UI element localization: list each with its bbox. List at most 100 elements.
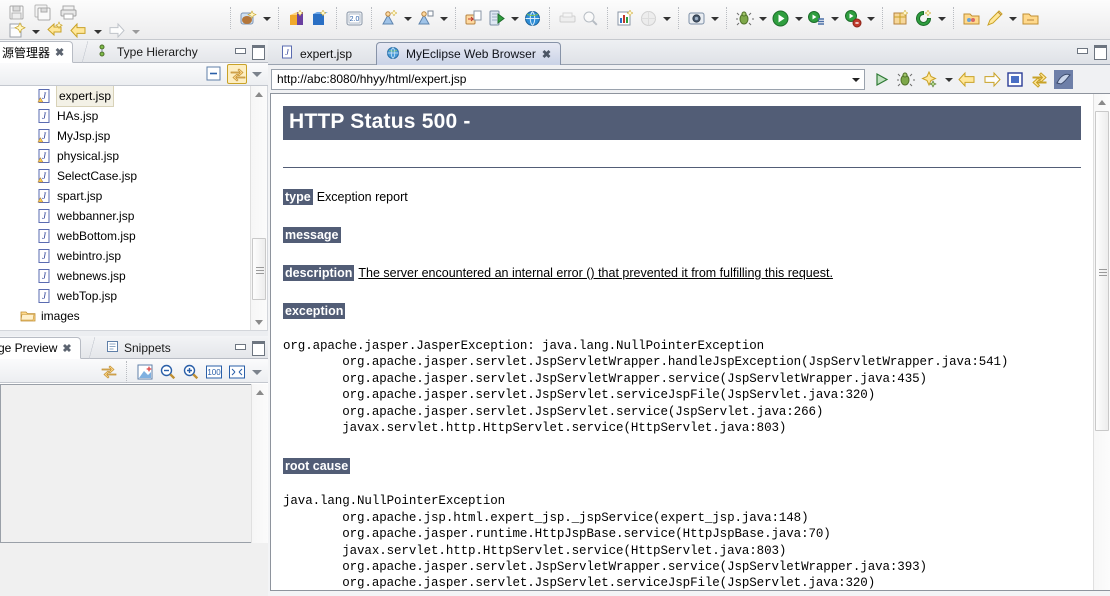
forward-button[interactable] [981,69,1002,90]
view-menu-chevron-icon[interactable] [250,362,265,382]
back-button[interactable] [957,69,978,90]
back-dropdown[interactable] [92,21,103,41]
new-element-dropdown[interactable] [438,8,449,28]
tree-item-webbanner-jsp[interactable]: J webbanner.jsp [0,206,250,226]
tab-image-preview[interactable]: ge Preview ✖ [0,337,81,359]
link-with-selection-icon[interactable] [99,362,119,382]
globe-dropdown[interactable] [661,8,672,28]
tab-resource-explorer[interactable]: 源管理器 ✖ [0,41,74,63]
run-config-dropdown[interactable] [865,8,876,28]
tree-item-has-jsp[interactable]: J HAs.jsp [0,106,250,126]
zoom-out-icon[interactable] [158,362,178,382]
globe-disabled-icon[interactable] [638,8,659,29]
scroll-up-arrow-icon[interactable] [251,86,267,102]
debug-icon[interactable] [734,8,755,29]
tree-item-js[interactable]: js [0,326,250,330]
debug-button[interactable] [895,69,916,90]
refresh-plugins-button[interactable] [919,69,940,90]
tree-item-images[interactable]: images [0,306,250,326]
new-report-icon[interactable] [615,8,636,29]
scroll-up-arrow-icon[interactable] [1094,94,1110,110]
run-server-icon[interactable] [486,8,507,29]
debug-dropdown[interactable] [757,8,768,28]
plugins-dropdown[interactable] [943,69,954,89]
tree-item-spart-jsp[interactable]: J spart.jsp [0,186,250,206]
url-input[interactable]: http://abc:8080/hhyy/html/expert.jsp [277,72,848,86]
maximize-button[interactable] [251,340,265,356]
description-link[interactable]: The server encountered an internal error… [358,266,833,280]
open-perspective-icon[interactable] [286,8,307,29]
new-project-icon[interactable] [309,8,330,29]
new-wizard-icon[interactable] [6,20,27,41]
palette-icon[interactable] [135,362,155,382]
new-wizard-dropdown[interactable] [30,21,41,41]
run-config-icon[interactable] [842,8,863,29]
new-deployment-icon[interactable] [238,8,259,29]
web-2-icon[interactable]: 2.0 [344,8,365,29]
tree-item-webnews-jsp[interactable]: J webnews.jsp [0,266,250,286]
tree-item-selectcase-jsp[interactable]: J SelectCase.jsp [0,166,250,186]
run-dropdown[interactable] [793,8,804,28]
open-folder-icon[interactable] [961,8,982,29]
pen-icon[interactable] [984,8,1005,29]
tree-item-webbottom-jsp[interactable]: J webBottom.jsp [0,226,250,246]
url-combobox[interactable]: http://abc:8080/hhyy/html/expert.jsp [271,68,865,90]
view-menu-chevron-icon[interactable] [250,64,265,84]
preview-vertical-scrollbar[interactable] [251,384,268,543]
forward-dropdown[interactable] [130,21,141,41]
profile-dropdown[interactable] [829,8,840,28]
scroll-up-arrow-icon[interactable] [252,384,268,400]
zoom-fit-icon[interactable] [227,362,247,382]
go-button[interactable] [871,69,892,90]
tree-item-physical-jsp[interactable]: J physical.jsp [0,146,250,166]
forward-icon[interactable] [106,20,127,41]
run-icon[interactable] [770,8,791,29]
new-deployment-dropdown[interactable] [261,8,272,28]
close-icon[interactable]: ✖ [55,46,64,59]
scrollbar-thumb[interactable] [1095,111,1109,431]
package-icon[interactable] [890,8,911,29]
sync-icon[interactable] [913,8,934,29]
open-external-browser-button[interactable] [1053,69,1074,90]
run-server-dropdown[interactable] [509,8,520,28]
back-icon[interactable] [68,20,89,41]
refresh-button[interactable] [1029,69,1050,90]
camera-dropdown[interactable] [709,8,720,28]
tab-myeclipse-web-browser[interactable]: MyEclipse Web Browser ✖ [376,42,562,65]
print-preview-icon[interactable] [557,8,578,29]
tree-item-webtop-jsp[interactable]: J webTop.jsp [0,286,250,306]
tab-expert-jsp[interactable]: J expert.jsp [272,42,361,65]
tree-vertical-scrollbar[interactable] [250,86,267,330]
tab-type-hierarchy[interactable]: Type Hierarchy [92,41,206,63]
close-icon[interactable]: ✖ [542,48,551,61]
import-export-icon[interactable] [463,8,484,29]
new-element-icon[interactable] [415,8,436,29]
back-annotation-icon[interactable] [44,20,65,41]
resource-tree[interactable]: J expert.jsp J HAs.jsp J MyJsp.jsp J phy… [0,86,268,331]
zoom-in-icon[interactable] [181,362,201,382]
maximize-button[interactable] [251,44,265,60]
close-icon[interactable]: ✖ [62,342,71,355]
new-class-icon[interactable] [379,8,400,29]
search-icon[interactable] [580,8,601,29]
browser-vertical-scrollbar[interactable] [1093,94,1110,590]
new-class-dropdown[interactable] [402,8,413,28]
open-browser-icon[interactable] [522,8,543,29]
scroll-down-arrow-icon[interactable] [251,314,267,330]
pen-dropdown[interactable] [1007,8,1018,28]
profile-icon[interactable] [806,8,827,29]
link-with-editor-button[interactable] [227,64,247,84]
minimize-button[interactable] [233,44,246,57]
minimize-button[interactable] [1075,44,1088,57]
collapse-all-button[interactable] [204,64,224,84]
tree-item-myjsp-jsp[interactable]: J MyJsp.jsp [0,126,250,146]
preview-canvas[interactable] [0,384,251,543]
scrollbar-thumb[interactable] [252,238,266,300]
camera-icon[interactable] [686,8,707,29]
stop-button[interactable] [1005,69,1026,90]
tab-snippets[interactable]: Snippets [99,337,179,359]
minimize-button[interactable] [233,340,246,353]
zoom-100-icon[interactable]: 100 [204,362,224,382]
sync-dropdown[interactable] [936,8,947,28]
maximize-button[interactable] [1093,44,1107,60]
